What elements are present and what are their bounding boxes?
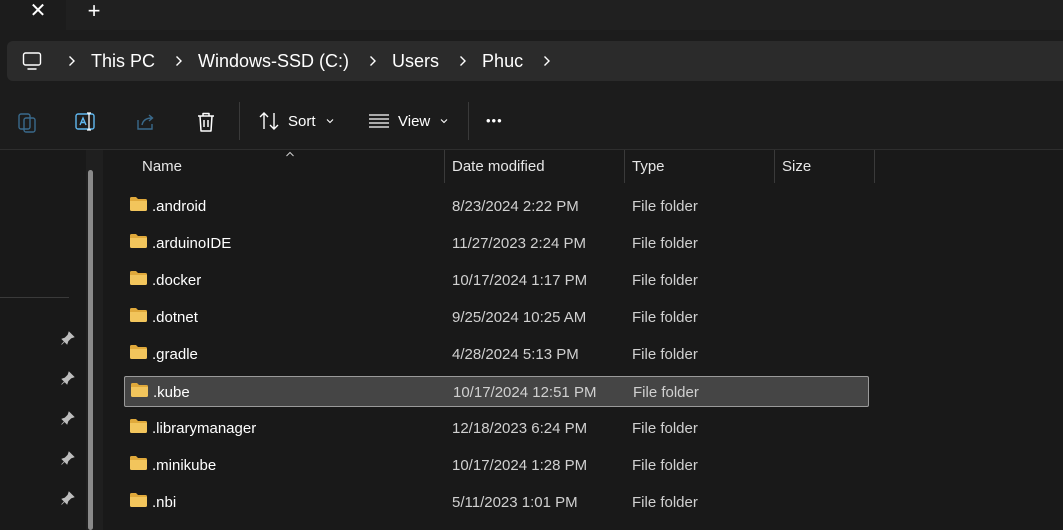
breadcrumb-item[interactable]: Windows-SSD (C:) (198, 51, 349, 72)
file-type: File folder (632, 309, 698, 326)
rename-icon[interactable] (74, 110, 98, 134)
share-icon[interactable] (134, 110, 158, 134)
file-date-modified: 8/23/2024 2:22 PM (452, 198, 579, 215)
file-name: .minikube (152, 457, 217, 474)
file-date-modified: 4/28/2024 5:13 PM (452, 346, 579, 363)
file-name: .android (152, 198, 207, 215)
file-name: .arduinoIDE (152, 235, 232, 252)
folder-icon (130, 456, 147, 470)
file-row[interactable]: .nbi 5/11/2023 1:01 PM File folder (124, 487, 869, 518)
breadcrumb-item[interactable]: Phuc (482, 51, 523, 72)
file-date-modified: 10/17/2024 12:51 PM (453, 384, 597, 401)
column-header-type[interactable]: Type (624, 150, 775, 183)
file-type: File folder (632, 235, 698, 252)
folder-icon (130, 271, 147, 285)
chevron-right-icon[interactable] (456, 54, 482, 68)
address-row: This PC Windows-SSD (C:) Users Phuc (0, 30, 1063, 92)
monitor-icon[interactable] (21, 50, 43, 72)
file-row[interactable]: .docker 10/17/2024 1:17 PM File folder (124, 265, 869, 296)
pin-icon[interactable] (60, 490, 76, 506)
file-date-modified: 12/18/2023 6:24 PM (452, 420, 588, 437)
folder-icon (130, 419, 147, 433)
file-name: .docker (152, 272, 202, 289)
tab-strip: ✕ + (0, 0, 1063, 30)
file-list: Name Date modified Type Size .android 8/2… (103, 150, 1063, 530)
chevron-right-icon[interactable] (366, 54, 392, 68)
clipboard-icon[interactable] (15, 110, 39, 134)
folder-icon (130, 197, 147, 211)
pin-icon[interactable] (60, 410, 76, 426)
breadcrumb: This PC Windows-SSD (C:) Users Phuc (65, 41, 566, 81)
nav-divider (0, 297, 69, 298)
file-type: File folder (633, 384, 699, 401)
file-type: File folder (632, 346, 698, 363)
close-tab-icon[interactable]: ✕ (28, 0, 48, 24)
file-row[interactable]: .kube 10/17/2024 12:51 PM File folder (124, 376, 869, 407)
chevron-down-icon (440, 119, 448, 124)
toolbar-separator (239, 102, 240, 140)
chevron-right-icon[interactable] (172, 54, 198, 68)
chevron-down-icon (326, 119, 333, 124)
delete-icon[interactable] (194, 110, 218, 134)
address-bar[interactable]: This PC Windows-SSD (C:) Users Phuc (7, 41, 1063, 81)
file-type: File folder (632, 494, 698, 511)
file-row[interactable]: .android 8/23/2024 2:22 PM File folder (124, 191, 869, 222)
view-button[interactable]: View (368, 106, 449, 136)
folder-icon (130, 345, 147, 359)
pin-icon[interactable] (60, 370, 76, 386)
file-row[interactable]: .gradle 4/28/2024 5:13 PM File folder (124, 339, 869, 370)
folder-icon (130, 308, 147, 322)
breadcrumb-item[interactable]: This PC (91, 51, 155, 72)
file-type: File folder (632, 457, 698, 474)
file-type: File folder (632, 420, 698, 437)
sort-ascending-icon (286, 151, 294, 157)
active-tab[interactable]: ✕ (0, 0, 66, 30)
folder-icon (130, 234, 147, 248)
navigation-pane (0, 150, 103, 530)
sort-label: Sort (288, 112, 316, 130)
file-name: .librarymanager (152, 420, 257, 437)
file-type: File folder (632, 198, 698, 215)
file-row[interactable]: .librarymanager 12/18/2023 6:24 PM File fo… (124, 413, 869, 444)
more-options-button[interactable]: ••• (486, 108, 503, 134)
sort-icon (259, 112, 279, 130)
command-bar: Sort View ••• (0, 92, 1063, 150)
file-name: .nbi (152, 494, 177, 511)
view-label: View (398, 112, 431, 130)
column-header-date[interactable]: Date modified (444, 150, 625, 183)
file-row[interactable]: .minikube 10/17/2024 1:28 PM File folder (124, 450, 869, 481)
new-tab-button[interactable]: + (84, 0, 104, 24)
folder-icon (130, 493, 147, 507)
pin-icon[interactable] (60, 450, 76, 466)
view-list-icon (369, 114, 389, 128)
folder-icon (131, 383, 148, 397)
file-row[interactable]: .arduinoIDE 11/27/2023 2:24 PM File folder (124, 228, 869, 259)
file-row[interactable]: .dotnet 9/25/2024 10:25 AM File folder (124, 302, 869, 333)
column-headers: Name Date modified Type Size (103, 150, 1063, 183)
toolbar-separator (468, 102, 469, 140)
chevron-right-icon[interactable] (540, 54, 566, 68)
breadcrumb-item[interactable]: Users (392, 51, 439, 72)
column-header-size[interactable]: Size (774, 150, 875, 183)
chevron-right-icon[interactable] (65, 54, 91, 68)
nav-scrollbar-thumb[interactable] (88, 170, 93, 530)
file-type: File folder (632, 272, 698, 289)
file-name: .dotnet (152, 309, 198, 326)
file-date-modified: 5/11/2023 1:01 PM (452, 494, 578, 511)
sort-button[interactable]: Sort (258, 106, 335, 136)
file-name: .gradle (152, 346, 198, 363)
file-date-modified: 9/25/2024 10:25 AM (452, 309, 587, 326)
file-date-modified: 10/17/2024 1:28 PM (452, 457, 588, 474)
pin-icon[interactable] (60, 330, 76, 346)
file-date-modified: 11/27/2023 2:24 PM (452, 235, 586, 252)
file-name: .kube (153, 384, 190, 401)
file-date-modified: 10/17/2024 1:17 PM (452, 272, 588, 289)
